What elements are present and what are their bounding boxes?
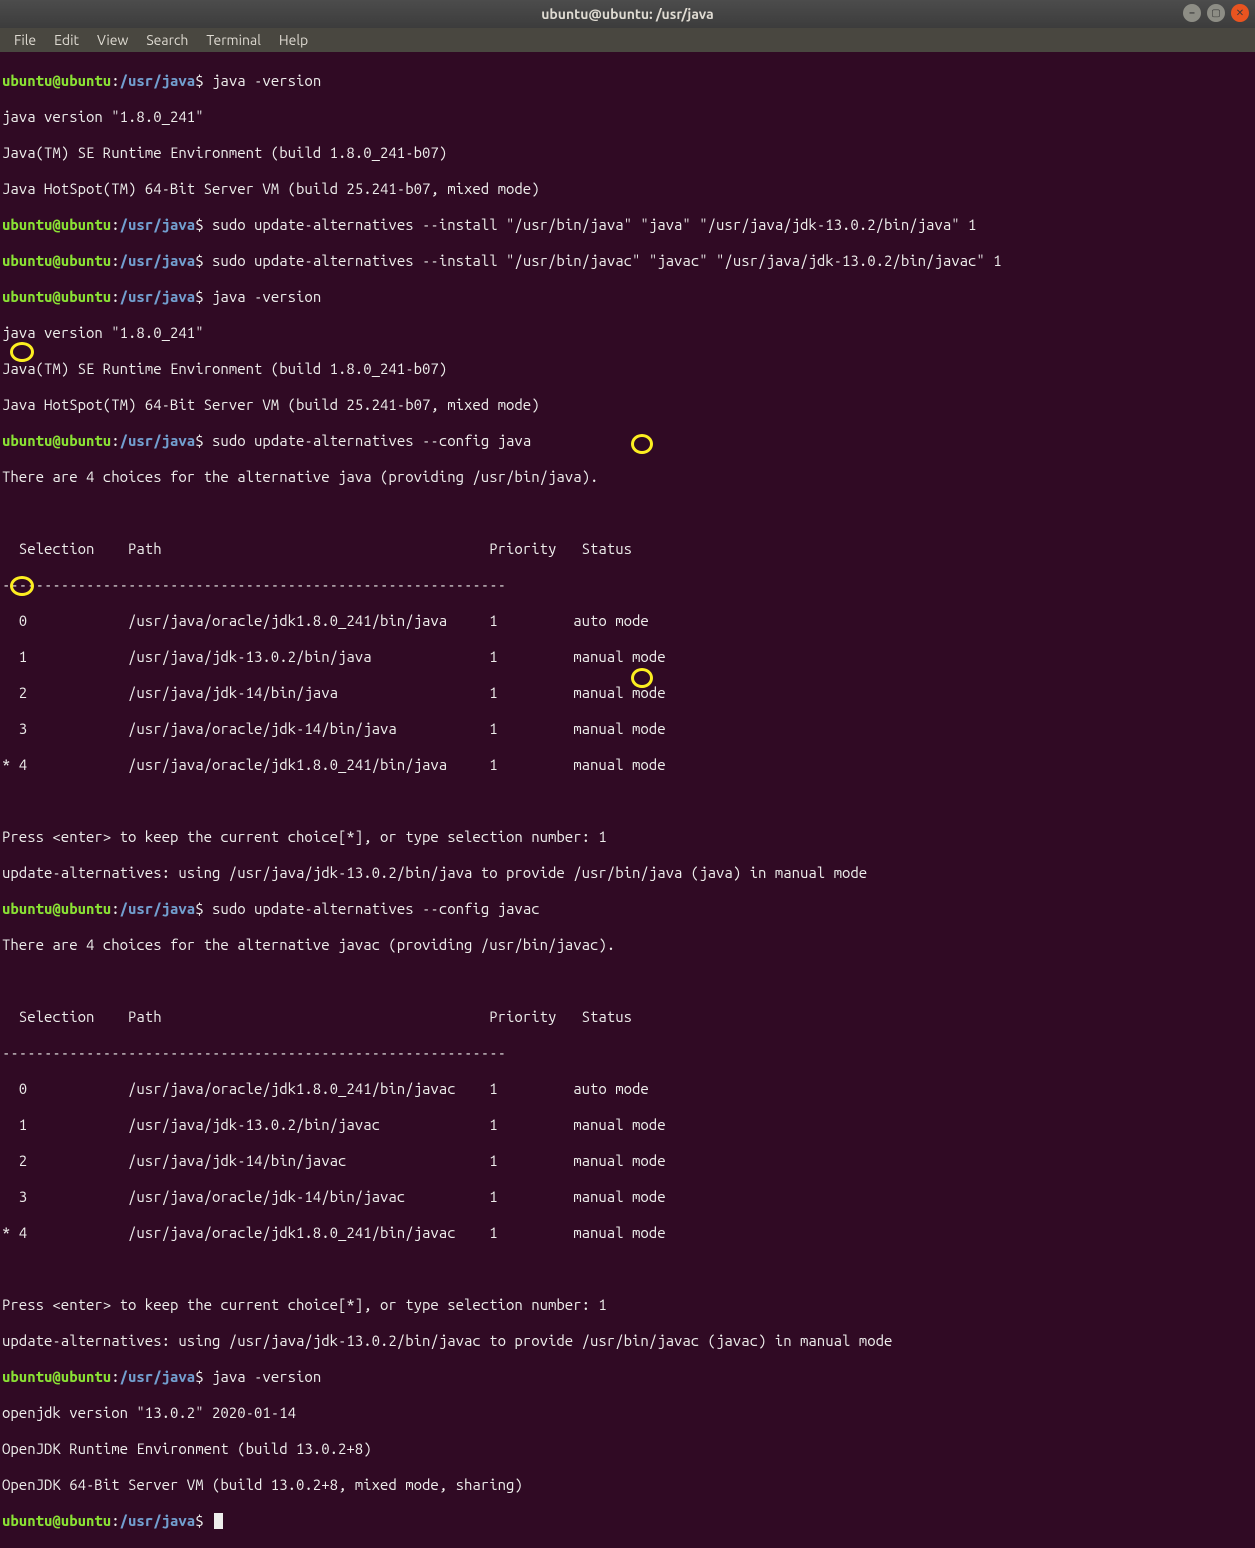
prompt-userhost: ubuntu@ubuntu [2, 216, 111, 233]
menu-view[interactable]: View [89, 29, 136, 51]
table-row: 2 /usr/java/jdk-14/bin/javac 1 manual mo… [2, 1152, 1253, 1170]
output-line: update-alternatives: using /usr/java/jdk… [2, 864, 1253, 882]
cmd-java-version: java -version [212, 1368, 321, 1385]
table-rule: ----------------------------------------… [2, 1044, 1253, 1062]
menu-search[interactable]: Search [138, 29, 196, 51]
table-header: Selection Path Priority Status [2, 1008, 1253, 1026]
cmd-java-version: java -version [212, 288, 321, 305]
blank-line [2, 972, 1253, 990]
output-line: Java(TM) SE Runtime Environment (build 1… [2, 360, 1253, 378]
selection-prompt: Press <enter> to keep the current choice… [2, 828, 598, 845]
menu-bar: File Edit View Search Terminal Help [0, 28, 1255, 52]
menu-file[interactable]: File [6, 29, 44, 51]
window-controls: – ▢ ✕ [1183, 4, 1249, 22]
table-row: 3 /usr/java/oracle/jdk-14/bin/javac 1 ma… [2, 1188, 1253, 1206]
table-row: 1 /usr/java/jdk-13.0.2/bin/javac 1 manua… [2, 1116, 1253, 1134]
table-row: 1 /usr/java/jdk-13.0.2/bin/java 1 manual… [2, 648, 1253, 666]
cmd-config-java: sudo update-alternatives --config java [212, 432, 531, 449]
selection-prompt: Press <enter> to keep the current choice… [2, 1296, 598, 1313]
output-line: openjdk version "13.0.2" 2020-01-14 [2, 1404, 1253, 1422]
menu-terminal[interactable]: Terminal [198, 29, 269, 51]
selection-input: 1 [598, 828, 606, 845]
prompt-dollar: $ [195, 72, 212, 89]
maximize-button[interactable]: ▢ [1207, 4, 1225, 22]
table-row: 0 /usr/java/oracle/jdk1.8.0_241/bin/java… [2, 612, 1253, 630]
table-row: * 4 /usr/java/oracle/jdk1.8.0_241/bin/ja… [2, 1224, 1253, 1242]
menu-edit[interactable]: Edit [46, 29, 87, 51]
table-rule: ----------------------------------------… [2, 576, 1253, 594]
output-line: update-alternatives: using /usr/java/jdk… [2, 1332, 1253, 1350]
table-row: 2 /usr/java/jdk-14/bin/java 1 manual mod… [2, 684, 1253, 702]
blank-line [2, 1260, 1253, 1278]
window-titlebar: ubuntu@ubuntu: /usr/java – ▢ ✕ [0, 0, 1255, 28]
cursor [214, 1513, 223, 1529]
cmd-config-javac: sudo update-alternatives --config javac [212, 900, 540, 917]
terminal-output[interactable]: ubuntu@ubuntu:/usr/java$ java -version j… [0, 52, 1255, 1548]
prompt-path: /usr/java [120, 72, 196, 89]
cmd-install-java: sudo update-alternatives --install "/usr… [212, 216, 976, 233]
selection-input: 1 [598, 1296, 606, 1313]
table-row: 3 /usr/java/oracle/jdk-14/bin/java 1 man… [2, 720, 1253, 738]
window-title: ubuntu@ubuntu: /usr/java [541, 5, 714, 23]
output-line: OpenJDK 64-Bit Server VM (build 13.0.2+8… [2, 1476, 1253, 1494]
prompt-userhost: ubuntu@ubuntu [2, 72, 111, 89]
menu-help[interactable]: Help [271, 29, 316, 51]
minimize-button[interactable]: – [1183, 4, 1201, 22]
cmd-install-javac: sudo update-alternatives --install "/usr… [212, 252, 1002, 269]
table-header: Selection Path Priority Status [2, 540, 1253, 558]
output-line: Java HotSpot(TM) 64-Bit Server VM (build… [2, 396, 1253, 414]
output-line: OpenJDK Runtime Environment (build 13.0.… [2, 1440, 1253, 1458]
output-line: Java HotSpot(TM) 64-Bit Server VM (build… [2, 180, 1253, 198]
output-line: There are 4 choices for the alternative … [2, 936, 1253, 954]
close-button[interactable]: ✕ [1231, 4, 1249, 22]
output-line: There are 4 choices for the alternative … [2, 468, 1253, 486]
table-row: * 4 /usr/java/oracle/jdk1.8.0_241/bin/ja… [2, 756, 1253, 774]
cmd-java-version: java -version [212, 72, 321, 89]
table-row: 0 /usr/java/oracle/jdk1.8.0_241/bin/java… [2, 1080, 1253, 1098]
blank-line [2, 504, 1253, 522]
prompt-colon: : [111, 72, 119, 89]
output-line: Java(TM) SE Runtime Environment (build 1… [2, 144, 1253, 162]
output-line: java version "1.8.0_241" [2, 108, 1253, 126]
output-line: java version "1.8.0_241" [2, 324, 1253, 342]
